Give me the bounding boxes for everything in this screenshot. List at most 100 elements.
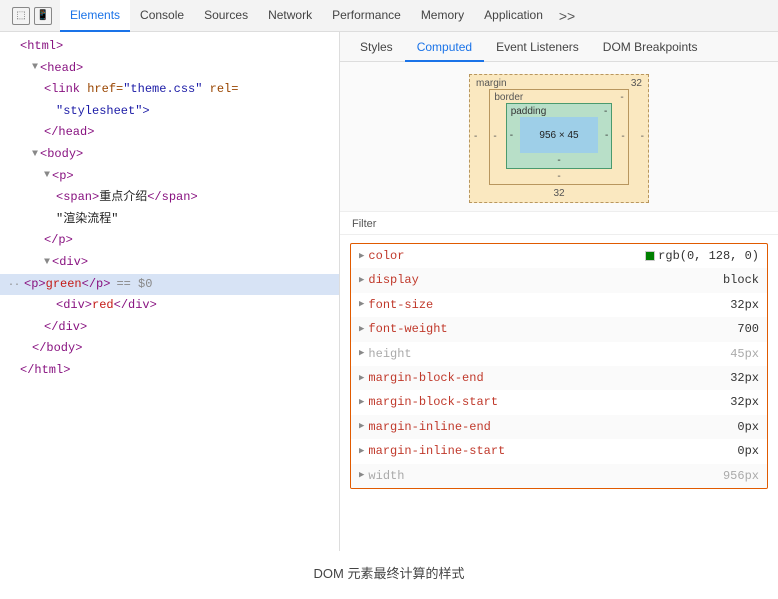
- text-node: "渲染流程": [0, 209, 339, 231]
- expand-icon[interactable]: ▶: [359, 273, 364, 288]
- html-tag: <html>: [0, 36, 339, 58]
- border-val: -: [620, 92, 623, 103]
- content-box: 956 × 45: [520, 117, 598, 153]
- expand-icon[interactable]: ▶: [359, 395, 364, 410]
- padding-val-top: -: [604, 106, 607, 117]
- property-row[interactable]: ▶ colorrgb(0, 128, 0): [351, 244, 767, 268]
- margin-right-value: -: [637, 132, 648, 142]
- expand-icon[interactable]: ▶: [359, 371, 364, 386]
- expand-icon[interactable]: ▶: [359, 468, 364, 483]
- property-value: block: [723, 270, 759, 290]
- subtab-computed[interactable]: Computed: [405, 40, 484, 62]
- dot-indicator: ..: [8, 275, 20, 293]
- collapse-icon[interactable]: ▼: [32, 146, 38, 164]
- property-value: 700: [737, 319, 759, 339]
- tab-elements[interactable]: Elements: [60, 0, 130, 32]
- tab-sources[interactable]: Sources: [194, 0, 258, 32]
- property-name: height: [368, 344, 730, 364]
- main-layout: <html> ▼ <head> <link href="theme.css" r…: [0, 32, 778, 551]
- collapse-icon[interactable]: ▼: [44, 254, 50, 272]
- expand-icon[interactable]: ▶: [359, 322, 364, 337]
- dom-ref: == $0: [116, 274, 152, 296]
- property-value: rgb(0, 128, 0): [645, 246, 759, 266]
- device-icon[interactable]: 📱: [34, 7, 52, 25]
- body-close-tag: </body>: [0, 338, 339, 360]
- property-name: width: [368, 466, 723, 486]
- property-name: margin-block-start: [368, 392, 730, 412]
- caption-text: DOM 元素最终计算的样式: [314, 563, 465, 582]
- body-tag: ▼ <body>: [0, 144, 339, 166]
- property-row[interactable]: ▶ margin-inline-end0px: [351, 415, 767, 439]
- margin-left-value: -: [470, 132, 481, 142]
- property-name: font-size: [368, 295, 730, 315]
- content-size: 956 × 45: [539, 130, 578, 141]
- property-value: 32px: [730, 295, 759, 315]
- property-row[interactable]: ▶ margin-block-end32px: [351, 366, 767, 390]
- property-name: margin-inline-end: [368, 417, 737, 437]
- padding-box: padding - - 956 × 45: [506, 103, 613, 169]
- property-name: margin-block-end: [368, 368, 730, 388]
- subtab-dom-breakpoints[interactable]: DOM Breakpoints: [591, 40, 710, 62]
- expand-icon[interactable]: ▶: [359, 297, 364, 312]
- box-model: margin 32 - border - -: [469, 74, 649, 203]
- collapse-icon[interactable]: ▼: [32, 59, 38, 77]
- filter-section: Filter: [340, 212, 778, 235]
- collapse-icon[interactable]: ▼: [44, 167, 50, 185]
- expand-icon[interactable]: ▶: [359, 346, 364, 361]
- inspect-icon[interactable]: ⬚: [12, 7, 30, 25]
- tab-memory[interactable]: Memory: [411, 0, 474, 32]
- property-row[interactable]: ▶ displayblock: [351, 268, 767, 292]
- property-row[interactable]: ▶ font-weight700: [351, 317, 767, 341]
- head-tag: ▼ <head>: [0, 58, 339, 80]
- devtools-nav: ⬚ 📱 Elements Console Sources Network Per…: [0, 0, 778, 32]
- p-green-selected[interactable]: .. <p>green</p> == $0: [0, 274, 339, 296]
- p-close-tag: </p>: [0, 230, 339, 252]
- tab-performance[interactable]: Performance: [322, 0, 411, 32]
- padding-left-val: -: [507, 130, 516, 141]
- tab-application[interactable]: Application: [474, 0, 553, 32]
- property-name: color: [368, 246, 645, 266]
- right-panel: Styles Computed Event Listeners DOM Brea…: [340, 32, 778, 551]
- p-tag: ▼ <p>: [0, 166, 339, 188]
- expand-icon[interactable]: ▶: [359, 419, 364, 434]
- div-red-tag: <div>red</div>: [0, 295, 339, 317]
- property-row[interactable]: ▶ height45px: [351, 342, 767, 366]
- subtab-styles[interactable]: Styles: [348, 40, 405, 62]
- box-model-area: margin 32 - border - -: [340, 62, 778, 212]
- property-value: 956px: [723, 466, 759, 486]
- margin-top-value: 32: [631, 78, 642, 89]
- subtab-event-listeners[interactable]: Event Listeners: [484, 40, 591, 62]
- property-name: margin-inline-start: [368, 441, 737, 461]
- properties-area: ▶ colorrgb(0, 128, 0) ▶ displayblock ▶ font-s…: [350, 243, 768, 489]
- elements-panel: <html> ▼ <head> <link href="theme.css" r…: [0, 32, 340, 551]
- property-row[interactable]: ▶ width956px: [351, 464, 767, 488]
- border-label: border: [494, 92, 523, 103]
- color-swatch: [645, 251, 655, 261]
- property-value: 0px: [737, 417, 759, 437]
- property-value: 32px: [730, 368, 759, 388]
- div-tag: ▼ <div>: [0, 252, 339, 274]
- property-value: 45px: [730, 344, 759, 364]
- margin-box: margin 32 - border - -: [469, 74, 649, 203]
- span-tag: <span>重点介绍</span>: [0, 187, 339, 209]
- link-tag: <link href="theme.css" rel=: [0, 79, 339, 101]
- padding-label: padding: [511, 106, 547, 117]
- property-name: display: [368, 270, 723, 290]
- head-close-tag: </head>: [0, 122, 339, 144]
- padding-right-val: -: [602, 130, 611, 141]
- property-row[interactable]: ▶margin-inline-start0px: [351, 439, 767, 463]
- expand-icon[interactable]: ▶: [359, 249, 364, 264]
- tab-console[interactable]: Console: [130, 0, 194, 32]
- more-tabs-button[interactable]: >>: [553, 0, 581, 32]
- margin-label: margin: [476, 78, 507, 89]
- div-close-tag: </div>: [0, 317, 339, 339]
- border-right-val: -: [618, 131, 627, 142]
- property-row[interactable]: ▶ font-size32px: [351, 293, 767, 317]
- sub-tabs: Styles Computed Event Listeners DOM Brea…: [340, 32, 778, 62]
- tab-network[interactable]: Network: [258, 0, 322, 32]
- border-left-val: -: [490, 131, 499, 142]
- property-name: font-weight: [368, 319, 737, 339]
- caption-area: DOM 元素最终计算的样式: [0, 551, 778, 594]
- expand-icon[interactable]: ▶: [359, 444, 364, 459]
- property-row[interactable]: ▶margin-block-start32px: [351, 390, 767, 414]
